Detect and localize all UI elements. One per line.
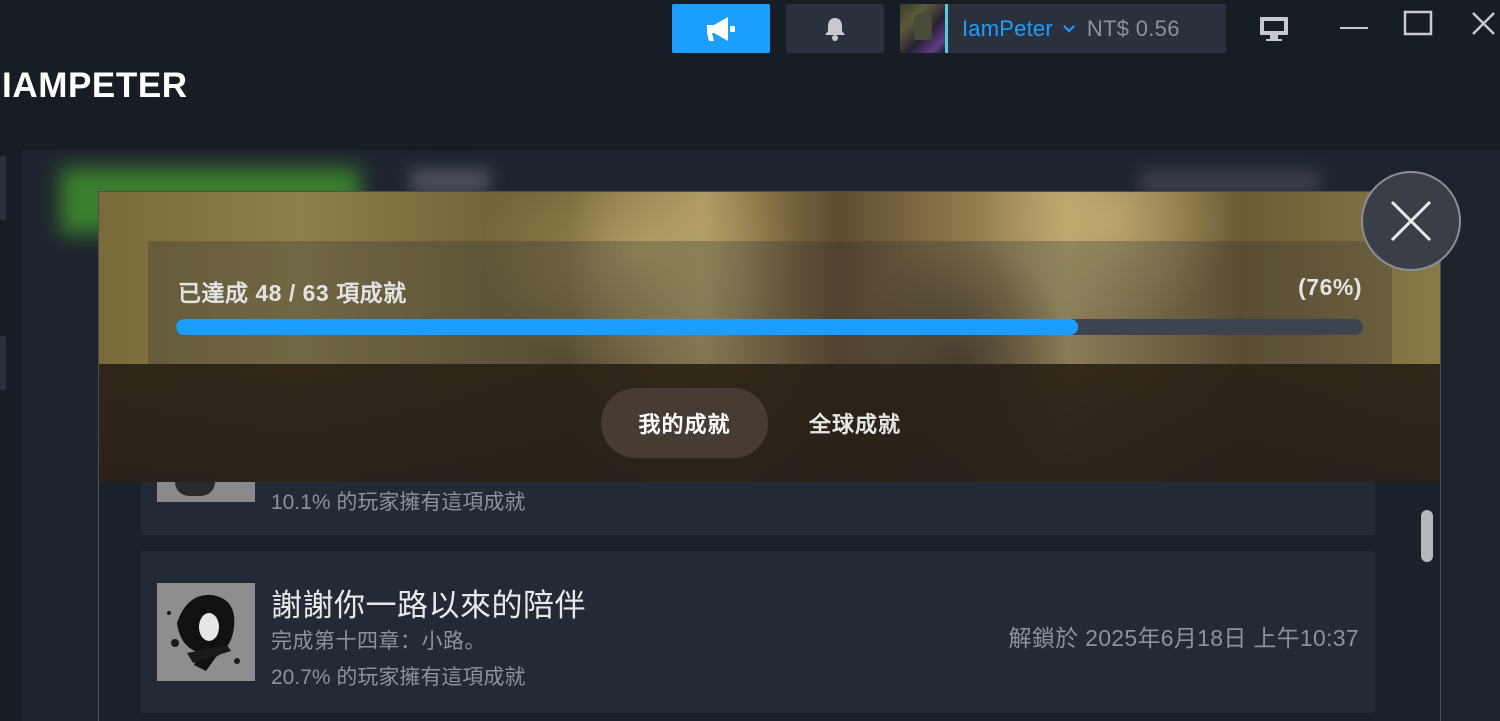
steam-window: IamPeter NT$ 0.56 IAMPETER 已達成 48 / 63 項… xyxy=(0,0,1500,721)
achievement-list: 10.1% 的玩家擁有這項成就 謝謝你一路以來的陪伴 完成第十四章：小路。 20… xyxy=(141,482,1375,721)
achievement-rate: 10.1% 的玩家擁有這項成就 xyxy=(271,491,526,514)
achievement-rate: 20.7% 的玩家擁有這項成就 xyxy=(271,666,526,689)
page-title: IAMPETER xyxy=(2,66,188,105)
achievement-description: 完成第十四章：小路。 xyxy=(271,630,486,653)
achievement-icon xyxy=(157,583,255,681)
achievement-progress-label: 已達成 48 / 63 項成就 xyxy=(178,280,407,306)
monitor-icon xyxy=(1260,17,1288,41)
achievement-tabs: 我的成就 全球成就 xyxy=(99,388,1440,458)
achievement-progress-bar xyxy=(176,319,1363,335)
account-menu[interactable]: IamPeter NT$ 0.56 xyxy=(900,4,1226,53)
account-username: IamPeter xyxy=(962,15,1053,41)
achievement-unlock-date: 解鎖於 2025年6月18日 上午10:37 xyxy=(1008,625,1359,651)
close-icon xyxy=(1472,12,1495,35)
list-item[interactable]: 謝謝你一路以來的陪伴 完成第十四章：小路。 20.7% 的玩家擁有這項成就 解鎖… xyxy=(141,551,1375,713)
chevron-down-icon xyxy=(1063,24,1075,33)
sidebar-edge xyxy=(0,156,6,220)
bell-icon xyxy=(825,17,845,41)
scrollbar[interactable] xyxy=(1421,482,1435,721)
close-icon xyxy=(1390,200,1432,242)
minimize-icon xyxy=(1340,27,1368,29)
scroll-thumb[interactable] xyxy=(1421,510,1433,562)
tab-my-achievements[interactable]: 我的成就 xyxy=(601,388,768,458)
achievement-progress-fill xyxy=(176,319,1079,335)
sidebar-edge xyxy=(0,336,6,390)
big-picture-button[interactable] xyxy=(1252,12,1296,46)
tab-global-achievements[interactable]: 全球成就 xyxy=(785,388,925,458)
notifications-button[interactable] xyxy=(786,4,884,53)
megaphone-icon xyxy=(707,16,735,41)
achievement-icon xyxy=(157,482,255,502)
close-dialog-button[interactable] xyxy=(1361,171,1461,271)
announcements-button[interactable] xyxy=(672,4,770,53)
achievement-progress-card: 已達成 48 / 63 項成就 (76%) xyxy=(148,241,1392,365)
maximize-button[interactable] xyxy=(1402,8,1436,42)
avatar xyxy=(900,4,948,53)
maximize-icon xyxy=(1403,10,1433,36)
achievement-title: 謝謝你一路以來的陪伴 xyxy=(271,588,586,623)
minimize-button[interactable] xyxy=(1338,10,1370,42)
list-item[interactable]: 10.1% 的玩家擁有這項成就 xyxy=(141,482,1375,535)
wallet-balance: NT$ 0.56 xyxy=(1086,15,1180,41)
achievement-progress-percent: (76%) xyxy=(1298,274,1362,300)
title-bar: IamPeter NT$ 0.56 xyxy=(0,0,1500,58)
achievements-dialog: 已達成 48 / 63 項成就 (76%) 我的成就 全球成就 10.1% 的玩… xyxy=(98,191,1441,721)
close-window-button[interactable] xyxy=(1468,8,1498,38)
